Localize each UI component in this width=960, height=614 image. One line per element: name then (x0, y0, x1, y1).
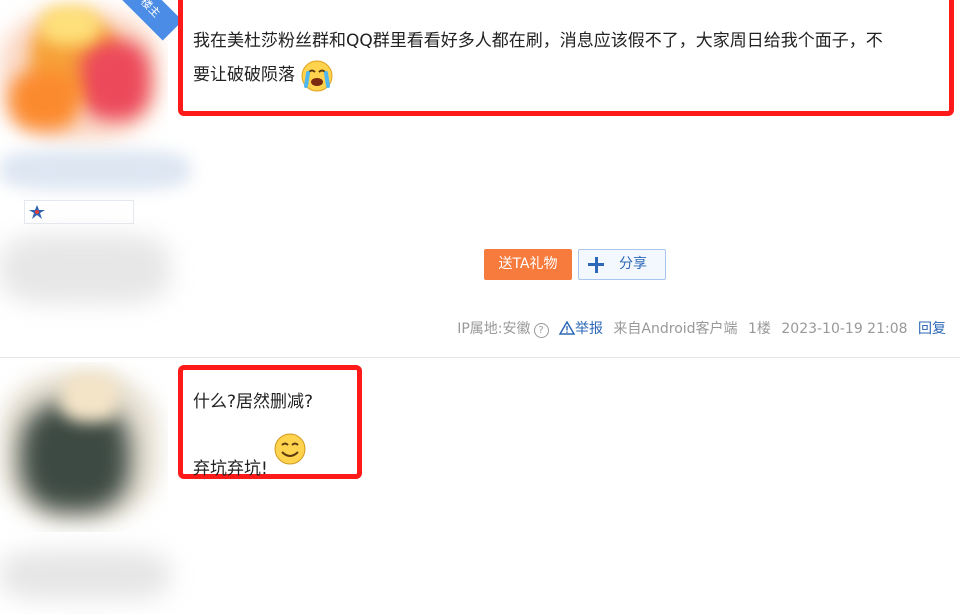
post-divider (0, 357, 960, 358)
post-text-line2: 弃坑弃坑! (193, 459, 268, 479)
report-link[interactable]: 举报 (558, 318, 603, 340)
send-gift-button[interactable]: 送TA礼物 (484, 249, 572, 280)
post-content: 我在美杜莎粉丝群和QQ群里看看好多人都在刷，消息应该假不了，大家周日给我个面子，… (193, 24, 943, 92)
help-icon[interactable]: ? (533, 323, 549, 338)
avatar[interactable] (0, 0, 168, 150)
blurred-username (0, 150, 190, 190)
warning-icon (558, 320, 576, 335)
post-timestamp: 2023-10-19 21:08 (781, 321, 908, 337)
crying-face-emoji-icon (301, 60, 333, 92)
author-column: 楼主 (0, 0, 190, 614)
tieba-post-thread: 楼主 我在美杜莎粉丝群和QQ群里看看好多人都在刷，消息应该假不了，大家周日给我个… (0, 0, 960, 614)
plus-icon (588, 257, 604, 273)
post-text-line1: 什么?居然删减? (193, 392, 314, 412)
level-crown-icon (29, 205, 45, 219)
ip-location: IP属地:安徽? (457, 318, 549, 340)
post-text-line1: 我在美杜莎粉丝群和QQ群里看看好多人都在刷，消息应该假不了，大家周日给我个面子，… (193, 31, 883, 51)
avatar[interactable] (0, 362, 168, 532)
post-meta: IP属地:安徽? 举报 来自Android客户端 1楼 2023-10-19 2… (451, 318, 946, 340)
share-button[interactable]: 分享 (578, 249, 666, 280)
post-content: 弃坑弃坑! (193, 432, 307, 486)
share-label: 分享 (619, 256, 647, 272)
blurred-username (0, 550, 170, 600)
post-text-line2: 要让破破陨落 (193, 65, 295, 85)
reply-link[interactable]: 回复 (918, 318, 946, 340)
user-level-badge[interactable] (24, 200, 134, 224)
floor-number: 1楼 (748, 321, 771, 337)
client-source: 来自Android客户端 (613, 321, 738, 337)
smiling-face-emoji-icon (274, 433, 306, 465)
blurred-user-info (0, 234, 170, 304)
